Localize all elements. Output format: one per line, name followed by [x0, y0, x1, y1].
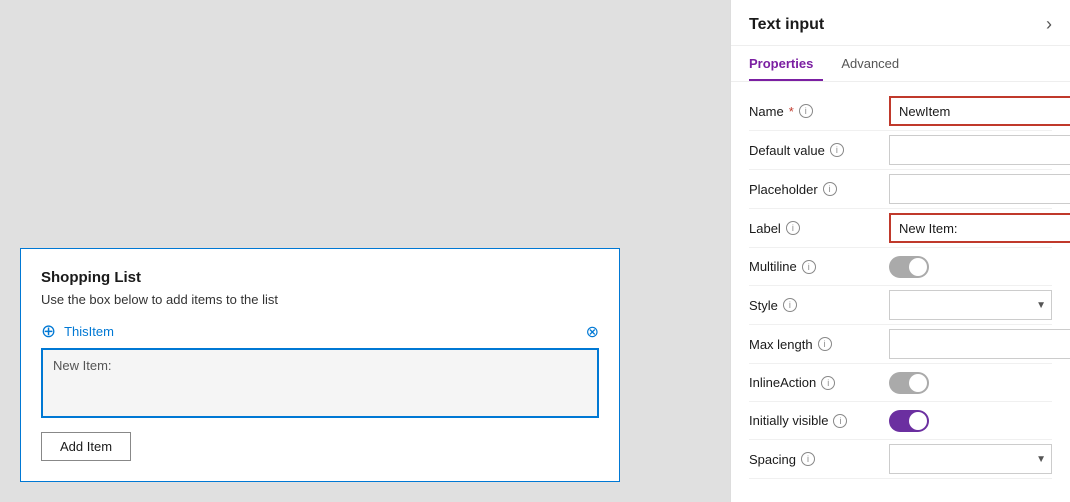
required-star: * — [789, 104, 794, 119]
max-length-info-icon: i — [818, 337, 832, 351]
text-input-preview: New Item: — [41, 348, 599, 418]
name-info-icon: i — [799, 104, 813, 118]
style-select-wrapper: Default Password ▼ — [889, 290, 1052, 320]
placeholder-input[interactable] — [889, 174, 1070, 204]
right-panel: Text input › Properties Advanced Name * … — [730, 0, 1070, 502]
prop-label-default-value: Default value i — [749, 143, 889, 158]
tab-advanced[interactable]: Advanced — [841, 46, 909, 81]
text-input-label-text: New Item: — [53, 358, 112, 373]
item-row: ⊕ ThisItem ⊗ — [41, 321, 599, 342]
default-value-input[interactable] — [889, 135, 1070, 165]
prop-label-style: Style i — [749, 298, 889, 313]
close-icon[interactable]: ⊗ — [586, 322, 599, 342]
label-input[interactable] — [889, 213, 1070, 243]
panel-chevron-icon[interactable]: › — [1046, 14, 1052, 35]
drag-icon[interactable]: ⊕ — [41, 321, 56, 342]
canvas-area: Shopping List Use the box below to add i… — [0, 0, 730, 502]
prop-label-inline-action: InlineAction i — [749, 375, 889, 390]
initially-visible-info-icon: i — [833, 414, 847, 428]
prop-label-multiline: Multiline i — [749, 259, 889, 274]
spacing-info-icon: i — [801, 452, 815, 466]
add-item-button[interactable]: Add Item — [41, 432, 131, 461]
prop-label-max-length: Max length i — [749, 337, 889, 352]
panel-title: Text input — [749, 16, 824, 34]
panel-header: Text input › — [731, 0, 1070, 46]
this-item-label: ThisItem — [64, 324, 586, 339]
name-input[interactable] — [889, 96, 1070, 126]
default-value-info-icon: i — [830, 143, 844, 157]
prop-label-placeholder: Placeholder i — [749, 182, 889, 197]
tab-properties[interactable]: Properties — [749, 46, 823, 81]
prop-label-label: Label i — [749, 221, 889, 236]
spacing-select[interactable]: None Small Medium Large ExtraLarge — [889, 444, 1052, 474]
placeholder-info-icon: i — [823, 182, 837, 196]
prop-row-spacing: Spacing i None Small Medium Large ExtraL… — [749, 440, 1052, 479]
shopping-list-card: Shopping List Use the box below to add i… — [20, 248, 620, 482]
initially-visible-toggle[interactable] — [889, 410, 929, 432]
properties-body: Name * i Default value i Placeholder i — [731, 82, 1070, 502]
card-subtitle: Use the box below to add items to the li… — [41, 292, 599, 307]
prop-row-initially-visible: Initially visible i — [749, 402, 1052, 440]
prop-label-initially-visible: Initially visible i — [749, 413, 889, 428]
style-select[interactable]: Default Password — [889, 290, 1052, 320]
card-title: Shopping List — [41, 269, 599, 286]
prop-row-label: Label i — [749, 209, 1052, 248]
inline-action-toggle[interactable] — [889, 372, 929, 394]
prop-row-name: Name * i — [749, 92, 1052, 131]
prop-label-spacing: Spacing i — [749, 452, 889, 467]
style-info-icon: i — [783, 298, 797, 312]
max-length-input[interactable] — [889, 329, 1070, 359]
multiline-toggle[interactable] — [889, 256, 929, 278]
prop-row-inline-action: InlineAction i — [749, 364, 1052, 402]
prop-label-name: Name * i — [749, 104, 889, 119]
spacing-select-wrapper: None Small Medium Large ExtraLarge ▼ — [889, 444, 1052, 474]
panel-tabs: Properties Advanced — [731, 46, 1070, 82]
prop-row-max-length: Max length i — [749, 325, 1052, 364]
prop-row-placeholder: Placeholder i — [749, 170, 1052, 209]
prop-row-style: Style i Default Password ▼ — [749, 286, 1052, 325]
inline-action-info-icon: i — [821, 376, 835, 390]
prop-row-multiline: Multiline i — [749, 248, 1052, 286]
prop-row-default-value: Default value i — [749, 131, 1052, 170]
multiline-info-icon: i — [802, 260, 816, 274]
label-info-icon: i — [786, 221, 800, 235]
